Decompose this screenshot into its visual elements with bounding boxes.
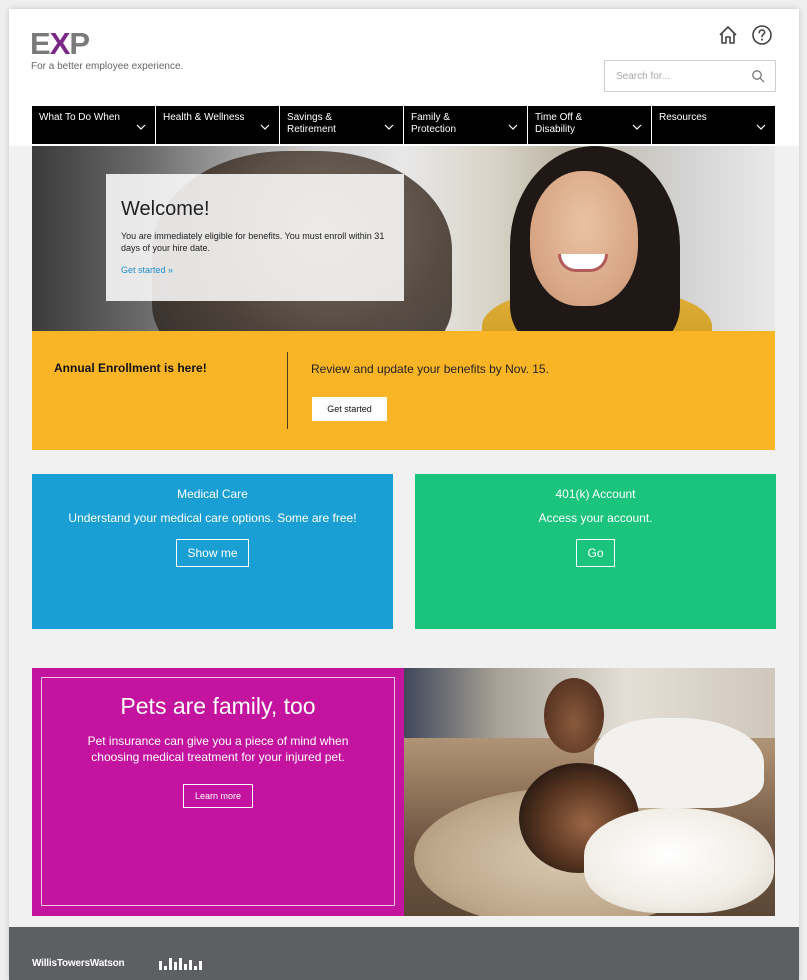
nav-item-what-to-do-when[interactable]: What To Do When — [32, 106, 156, 144]
kids-with-dog-photo — [404, 668, 775, 916]
nav-item-label: Family & Protection — [411, 112, 457, 135]
nav-item-savings-retirement[interactable]: Savings & Retirement — [280, 106, 404, 144]
nav-item-label: What To Do When — [39, 112, 120, 123]
medical-care-tile: Medical Care Understand your medical car… — [32, 474, 393, 629]
pet-insurance-frame: Pets are family, too Pet insurance can g… — [41, 677, 395, 906]
medical-care-title: Medical Care — [177, 487, 248, 501]
site-footer: WillisTowersWatson — [9, 927, 799, 980]
401k-account-tile: 401(k) Account Access your account. Go — [415, 474, 776, 629]
chevron-down-icon — [260, 124, 270, 130]
nav-item-resources[interactable]: Resources — [652, 106, 775, 144]
enrollment-divider — [287, 352, 288, 429]
nav-item-family-protection[interactable]: Family & Protection — [404, 106, 528, 144]
401k-account-title: 401(k) Account — [555, 487, 636, 501]
welcome-title: Welcome! — [121, 198, 210, 220]
enrollment-label: Annual Enrollment is here! — [54, 361, 207, 375]
site-header: EXP For a better employee experience. Wh… — [9, 9, 799, 146]
welcome-get-started-link[interactable]: Get started » — [121, 265, 173, 275]
chevron-down-icon — [632, 124, 642, 130]
chevron-down-icon — [508, 124, 518, 130]
search-box — [604, 60, 776, 92]
main-nav: What To Do When Health & Wellness Saving… — [32, 106, 775, 144]
exp-logo[interactable]: EXP — [30, 28, 90, 59]
photo-dog — [584, 808, 774, 913]
enrollment-message: Review and update your benefits by Nov. … — [311, 362, 549, 376]
search-input[interactable] — [605, 61, 740, 91]
learn-more-button[interactable]: Learn more — [182, 784, 254, 808]
hero-photo-face — [530, 171, 638, 306]
401k-account-subtitle: Access your account. — [538, 511, 653, 525]
medical-care-subtitle: Understand your medical care options. So… — [68, 511, 357, 525]
willis-towers-watson-mark-icon — [159, 958, 202, 970]
pet-insurance-title: Pets are family, too — [120, 693, 316, 719]
pet-insurance-panel: Pets are family, too Pet insurance can g… — [32, 668, 404, 916]
enrollment-banner: Annual Enrollment is here! Review and up… — [32, 331, 775, 450]
photo-child-boy — [544, 678, 604, 753]
logo-tagline: For a better employee experience. — [31, 61, 184, 72]
page: EXP For a better employee experience. Wh… — [9, 9, 799, 980]
chevron-down-icon — [384, 124, 394, 130]
welcome-card: Welcome! You are immediately eligible fo… — [106, 174, 404, 301]
enrollment-get-started-button[interactable]: Get started — [312, 397, 387, 421]
hero-banner: Welcome! You are immediately eligible fo… — [32, 146, 775, 331]
home-icon[interactable] — [717, 24, 739, 46]
nav-item-label: Savings & Retirement — [287, 112, 336, 135]
go-button[interactable]: Go — [576, 539, 615, 567]
nav-item-label: Health & Wellness — [163, 112, 245, 123]
nav-item-label: Resources — [659, 112, 707, 123]
chevron-down-icon — [756, 124, 766, 130]
chevron-down-icon — [136, 124, 146, 130]
help-icon[interactable] — [751, 24, 773, 46]
willis-towers-watson-logo: WillisTowersWatson — [32, 958, 125, 969]
nav-item-time-off-disability[interactable]: Time Off & Disability — [528, 106, 652, 144]
search-icon[interactable] — [751, 69, 765, 83]
welcome-body: You are immediately eligible for benefit… — [121, 231, 385, 253]
pet-insurance-body: Pet insurance can give you a piece of mi… — [87, 734, 349, 764]
nav-item-health-wellness[interactable]: Health & Wellness — [156, 106, 280, 144]
show-me-button[interactable]: Show me — [176, 539, 249, 567]
nav-item-label: Time Off & Disability — [535, 112, 583, 135]
